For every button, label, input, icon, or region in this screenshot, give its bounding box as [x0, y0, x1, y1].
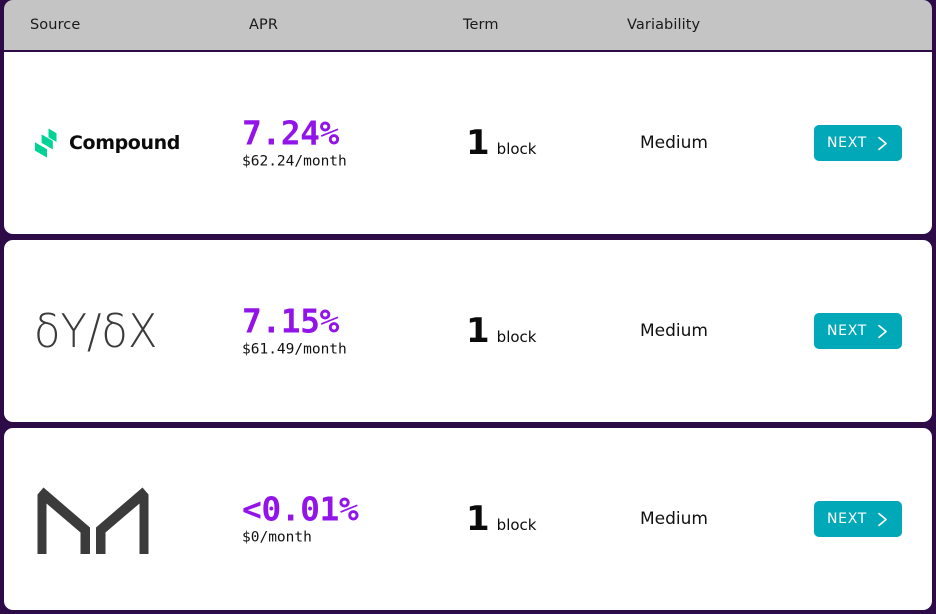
- chevron-right-icon: [876, 512, 889, 527]
- dydx-logo-icon: δY/δX: [34, 304, 158, 358]
- next-button[interactable]: NEXT: [814, 125, 902, 161]
- term-cell: 1 block: [466, 126, 536, 160]
- source-cell: δY/δX: [34, 308, 165, 354]
- action-cell: NEXT: [814, 125, 902, 161]
- compound-logo-icon: [34, 128, 60, 158]
- apr-value: 7.24%: [242, 113, 339, 153]
- apr-value: <0.01%: [242, 489, 359, 529]
- apr-value: 7.15%: [242, 301, 339, 341]
- column-header-apr: APR: [249, 17, 279, 33]
- loan-offers-table: Source APR Term Variability Compound 7.2…: [0, 0, 936, 614]
- chevron-right-icon: [876, 324, 889, 339]
- next-button-label: NEXT: [826, 511, 867, 527]
- apr-cell: 7.15% $61.49/month: [242, 301, 347, 358]
- term-unit: block: [496, 328, 537, 346]
- apr-monthly-cost: $0/month: [242, 529, 312, 546]
- table-row[interactable]: <0.01% $0/month 1 block Medium NEXT: [4, 428, 932, 610]
- term-value: 1: [466, 311, 490, 351]
- action-cell: NEXT: [814, 501, 902, 537]
- term-cell: 1 block: [466, 314, 536, 348]
- term-unit: block: [496, 140, 537, 158]
- column-header-term: Term: [463, 17, 499, 33]
- next-button-label: NEXT: [826, 323, 867, 339]
- next-button[interactable]: NEXT: [814, 313, 902, 349]
- next-button-label: NEXT: [826, 135, 867, 151]
- table-header: Source APR Term Variability: [4, 0, 932, 50]
- variability-value: Medium: [640, 133, 708, 153]
- term-unit: block: [496, 516, 537, 534]
- column-header-variability: Variability: [627, 17, 701, 33]
- variability-value: Medium: [640, 509, 708, 529]
- apr-monthly-cost: $61.49/month: [242, 341, 347, 358]
- table-body: Compound 7.24% $62.24/month 1 block Medi…: [4, 52, 932, 614]
- table-row[interactable]: δY/δX 7.15% $61.49/month 1 block Medium …: [4, 240, 932, 422]
- compound-logo: Compound: [34, 128, 180, 158]
- next-button[interactable]: NEXT: [814, 501, 902, 537]
- source-cell: Compound: [34, 128, 180, 158]
- column-header-source: Source: [30, 17, 81, 33]
- apr-cell: <0.01% $0/month: [242, 489, 359, 546]
- action-cell: NEXT: [814, 313, 902, 349]
- table-row[interactable]: Compound 7.24% $62.24/month 1 block Medi…: [4, 52, 932, 234]
- term-cell: 1 block: [466, 502, 536, 536]
- term-value: 1: [466, 499, 490, 539]
- source-cell: [34, 483, 152, 555]
- apr-cell: 7.24% $62.24/month: [242, 113, 347, 170]
- term-value: 1: [466, 123, 490, 163]
- compound-wordmark: Compound: [69, 132, 180, 154]
- apr-monthly-cost: $62.24/month: [242, 153, 347, 170]
- chevron-right-icon: [876, 136, 889, 151]
- variability-value: Medium: [640, 321, 708, 341]
- maker-logo-icon: [34, 483, 152, 555]
